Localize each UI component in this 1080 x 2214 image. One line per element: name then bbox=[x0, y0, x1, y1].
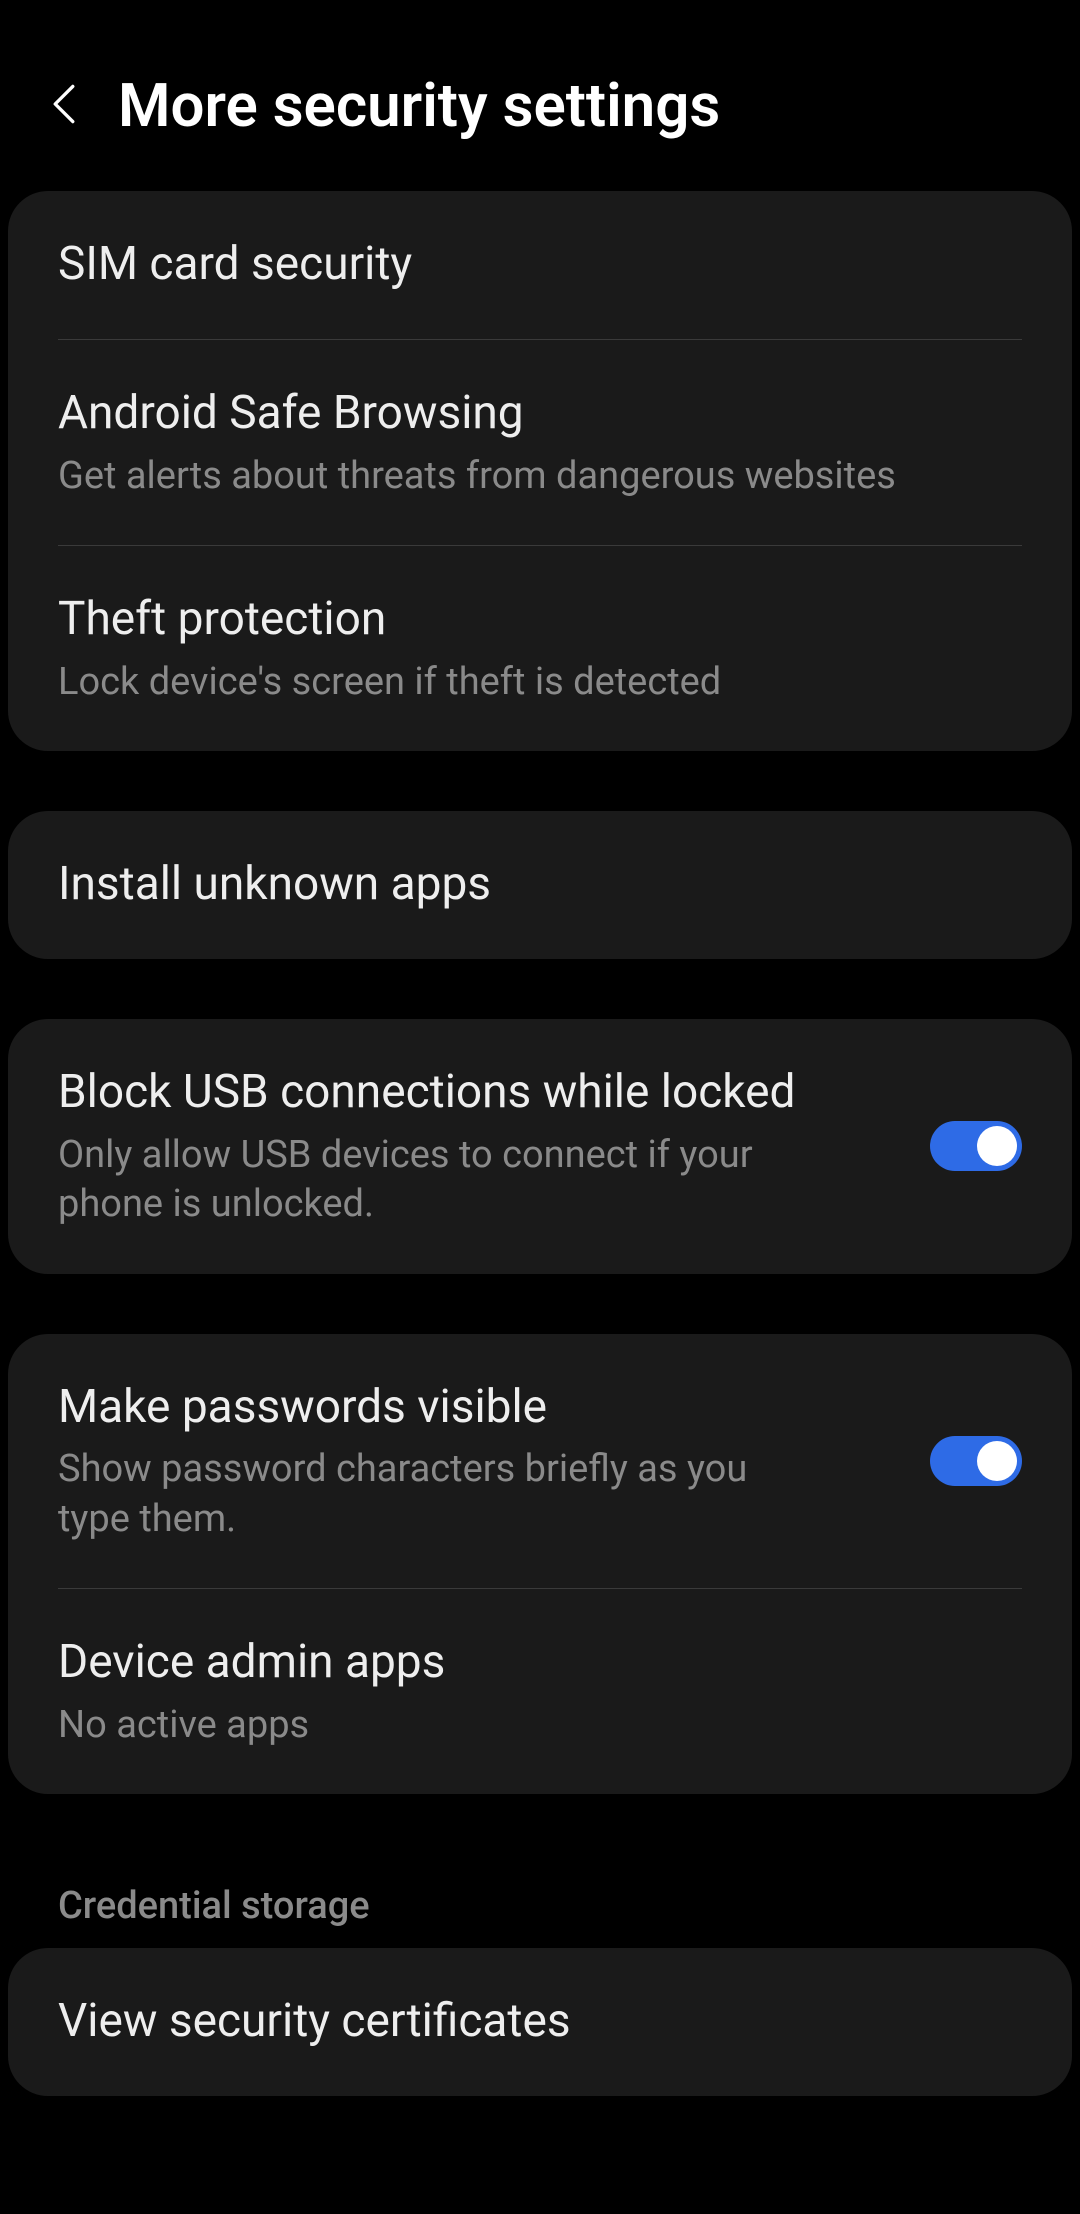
row-title: View security certificates bbox=[58, 1992, 1022, 2052]
row-title: Android Safe Browsing bbox=[58, 384, 1022, 444]
make-passwords-visible-row[interactable]: Make passwords visible Show password cha… bbox=[8, 1334, 1072, 1589]
block-usb-toggle[interactable] bbox=[930, 1121, 1022, 1171]
group-credential-storage: View security certificates bbox=[8, 1948, 1072, 2096]
page-title: More security settings bbox=[118, 70, 720, 141]
group-block-usb: Block USB connections while locked Only … bbox=[8, 1019, 1072, 1274]
group-sim-safe-theft: SIM card security Android Safe Browsing … bbox=[8, 191, 1072, 751]
install-unknown-apps-row[interactable]: Install unknown apps bbox=[8, 811, 1072, 959]
chevron-left-icon bbox=[50, 82, 78, 126]
row-subtitle: Get alerts about threats from dangerous … bbox=[58, 452, 1022, 501]
row-subtitle: No active apps bbox=[58, 1701, 1022, 1750]
theft-protection-row[interactable]: Theft protection Lock device's screen if… bbox=[8, 546, 1072, 751]
group-passwords-admin: Make passwords visible Show password cha… bbox=[8, 1334, 1072, 1795]
toggle-knob bbox=[977, 1441, 1017, 1481]
row-title: Make passwords visible bbox=[58, 1378, 818, 1438]
sim-card-security-row[interactable]: SIM card security bbox=[8, 191, 1072, 339]
toggle-knob bbox=[977, 1126, 1017, 1166]
back-button[interactable] bbox=[50, 82, 78, 130]
row-subtitle: Lock device's screen if theft is detecte… bbox=[58, 658, 1022, 707]
row-title: Theft protection bbox=[58, 590, 1022, 650]
android-safe-browsing-row[interactable]: Android Safe Browsing Get alerts about t… bbox=[8, 340, 1072, 545]
row-subtitle: Only allow USB devices to connect if you… bbox=[58, 1131, 818, 1230]
make-passwords-visible-toggle[interactable] bbox=[930, 1436, 1022, 1486]
device-admin-apps-row[interactable]: Device admin apps No active apps bbox=[8, 1589, 1072, 1794]
group-install-unknown: Install unknown apps bbox=[8, 811, 1072, 959]
row-title: Install unknown apps bbox=[58, 855, 1022, 915]
row-title: Block USB connections while locked bbox=[58, 1063, 818, 1123]
row-title: SIM card security bbox=[58, 235, 1022, 295]
view-security-certificates-row[interactable]: View security certificates bbox=[8, 1948, 1072, 2096]
row-title: Device admin apps bbox=[58, 1633, 1022, 1693]
block-usb-row[interactable]: Block USB connections while locked Only … bbox=[8, 1019, 1072, 1274]
row-subtitle: Show password characters briefly as you … bbox=[58, 1445, 818, 1544]
credential-storage-header: Credential storage bbox=[8, 1854, 1072, 1948]
